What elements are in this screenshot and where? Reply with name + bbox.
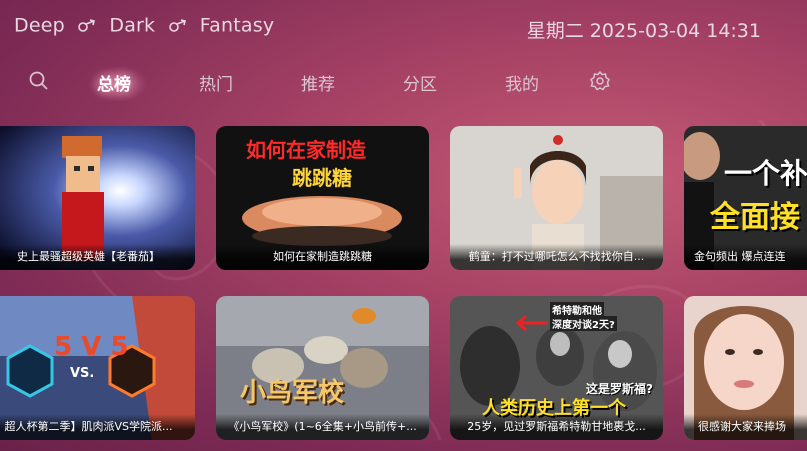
video-card[interactable]: 希特勒和他 深度对谈2天? 这是罗斯福? 人类历史上第一个 25岁，见过罗斯福希… xyxy=(450,296,663,440)
search-icon[interactable] xyxy=(28,70,50,92)
title-part-deep: Deep xyxy=(14,14,65,37)
video-card[interactable]: 如何在家制造 跳跳糖 如何在家制造跳跳糖 xyxy=(216,126,429,270)
video-caption: 史上最骚超级英雄【老番茄】 xyxy=(0,244,195,270)
video-card[interactable]: 小鸟军校 《小鸟军校》(1~6全集+小鸟前传+... xyxy=(216,296,429,440)
thumbnail-overlay-text: 深度对谈2天? xyxy=(550,316,617,331)
arrow-icon xyxy=(515,314,548,332)
video-card[interactable]: 鹤童：打不过哪吒怎么不找找你自... xyxy=(450,126,663,270)
video-card[interactable]: 一个补 全面接 金句频出 爆点连连 xyxy=(684,126,807,270)
video-caption: 很感谢大家来捧场 xyxy=(684,414,807,440)
video-card[interactable]: 史上最骚超级英雄【老番茄】 xyxy=(0,126,195,270)
thumbnail-overlay-text: 一个补 xyxy=(724,157,807,190)
tab-recommend[interactable]: 推荐 xyxy=(301,70,335,95)
thumbnail-overlay-text: 希特勒和他 xyxy=(550,302,604,317)
video-card[interactable]: 很感谢大家来捧场 xyxy=(684,296,807,440)
gear-icon[interactable] xyxy=(589,70,611,92)
title-part-fantasy: Fantasy xyxy=(199,14,275,37)
video-card[interactable]: 5 V 5 VS. 超人杯第二季】肌肉派VS学院派... xyxy=(0,296,195,440)
video-caption: 《小鸟军校》(1~6全集+小鸟前传+... xyxy=(216,414,429,440)
link-icon xyxy=(168,18,186,32)
thumbnail-overlay-text: VS. xyxy=(70,366,95,381)
datetime-display: 星期二 2025-03-04 14:31 xyxy=(526,20,761,42)
thumbnail-overlay-text: 全面接 xyxy=(710,200,800,235)
tab-ranking[interactable]: 总榜 xyxy=(97,70,131,95)
thumbnail-overlay-text: 小鸟军校 xyxy=(240,378,345,408)
tab-category[interactable]: 分区 xyxy=(403,70,437,95)
tab-mine[interactable]: 我的 xyxy=(505,70,539,95)
tab-hot[interactable]: 热门 xyxy=(199,70,233,95)
link-icon xyxy=(78,18,96,32)
app-title: Deep Dark Fantasy xyxy=(14,14,274,37)
top-nav: 总榜 热门 推荐 分区 我的 xyxy=(0,66,807,102)
thumbnail-overlay-text: 如何在家制造 xyxy=(246,138,366,162)
video-caption: 如何在家制造跳跳糖 xyxy=(216,244,429,270)
title-part-dark: Dark xyxy=(109,14,156,37)
video-caption: 金句频出 爆点连连 xyxy=(684,244,807,270)
video-caption: 鹤童：打不过哪吒怎么不找找你自... xyxy=(450,244,663,270)
video-caption: 超人杯第二季】肌肉派VS学院派... xyxy=(0,414,195,440)
thumbnail-overlay-text: 5 V 5 xyxy=(54,332,129,362)
thumbnail-overlay-text: 跳跳糖 xyxy=(292,166,352,190)
video-caption: 25岁，见过罗斯福希特勒甘地裹戈... xyxy=(450,414,663,440)
